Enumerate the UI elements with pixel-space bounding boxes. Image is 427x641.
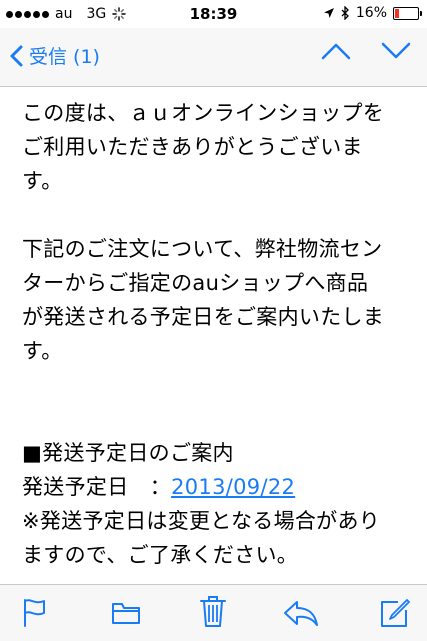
status-right: 16% (323, 5, 422, 21)
status-bar: au 3G 18:39 16% (0, 0, 427, 28)
location-arrow-icon (323, 8, 334, 18)
body-line: す。 (22, 339, 63, 363)
body-line: この度は、ａｕオンラインショップを (22, 101, 385, 125)
bluetooth-icon (341, 6, 349, 20)
body-line: ご利用いただきありがとうございま (22, 135, 363, 159)
battery-percent: 16% (355, 5, 387, 21)
note-line: ますので、ご了承ください。 (22, 543, 299, 567)
note-line: ※発送予定日は変更となる場合があり (22, 509, 381, 533)
ship-date-label: 発送予定日 ： (22, 475, 172, 499)
message-body: この度は、ａｕオンラインショップを ご利用いただきありがとうございま す。 下記… (22, 96, 417, 572)
battery-icon (393, 6, 422, 20)
back-button[interactable]: 受信 (1) (10, 42, 100, 69)
message-navigation (321, 42, 411, 60)
body-line: が発送される予定日をご案内いたしま (22, 305, 385, 329)
reply-icon[interactable] (283, 598, 319, 628)
body-line: す。 (22, 169, 63, 193)
compose-icon[interactable] (380, 598, 410, 628)
flag-icon[interactable] (22, 598, 48, 628)
ship-date-row: 発送予定日 ： 2013/09/22 (22, 470, 417, 504)
body-line: ターからご指定のauショップへ商品 (22, 271, 369, 295)
ship-date-link[interactable]: 2013/09/22 (171, 470, 295, 504)
folder-icon[interactable] (111, 598, 141, 628)
previous-message-up-icon[interactable] (321, 42, 351, 60)
bottom-toolbar (0, 584, 427, 641)
body-line: 下記のご注文について、弊社物流セン (22, 237, 383, 261)
back-button-label: 受信 (1) (29, 46, 100, 68)
navigation-bar: 受信 (1) (0, 28, 427, 87)
section-title: ■発送予定日のご案内 (22, 441, 234, 465)
chevron-left-icon (10, 45, 23, 66)
next-message-down-icon[interactable] (381, 42, 411, 60)
trash-icon[interactable] (199, 594, 227, 628)
